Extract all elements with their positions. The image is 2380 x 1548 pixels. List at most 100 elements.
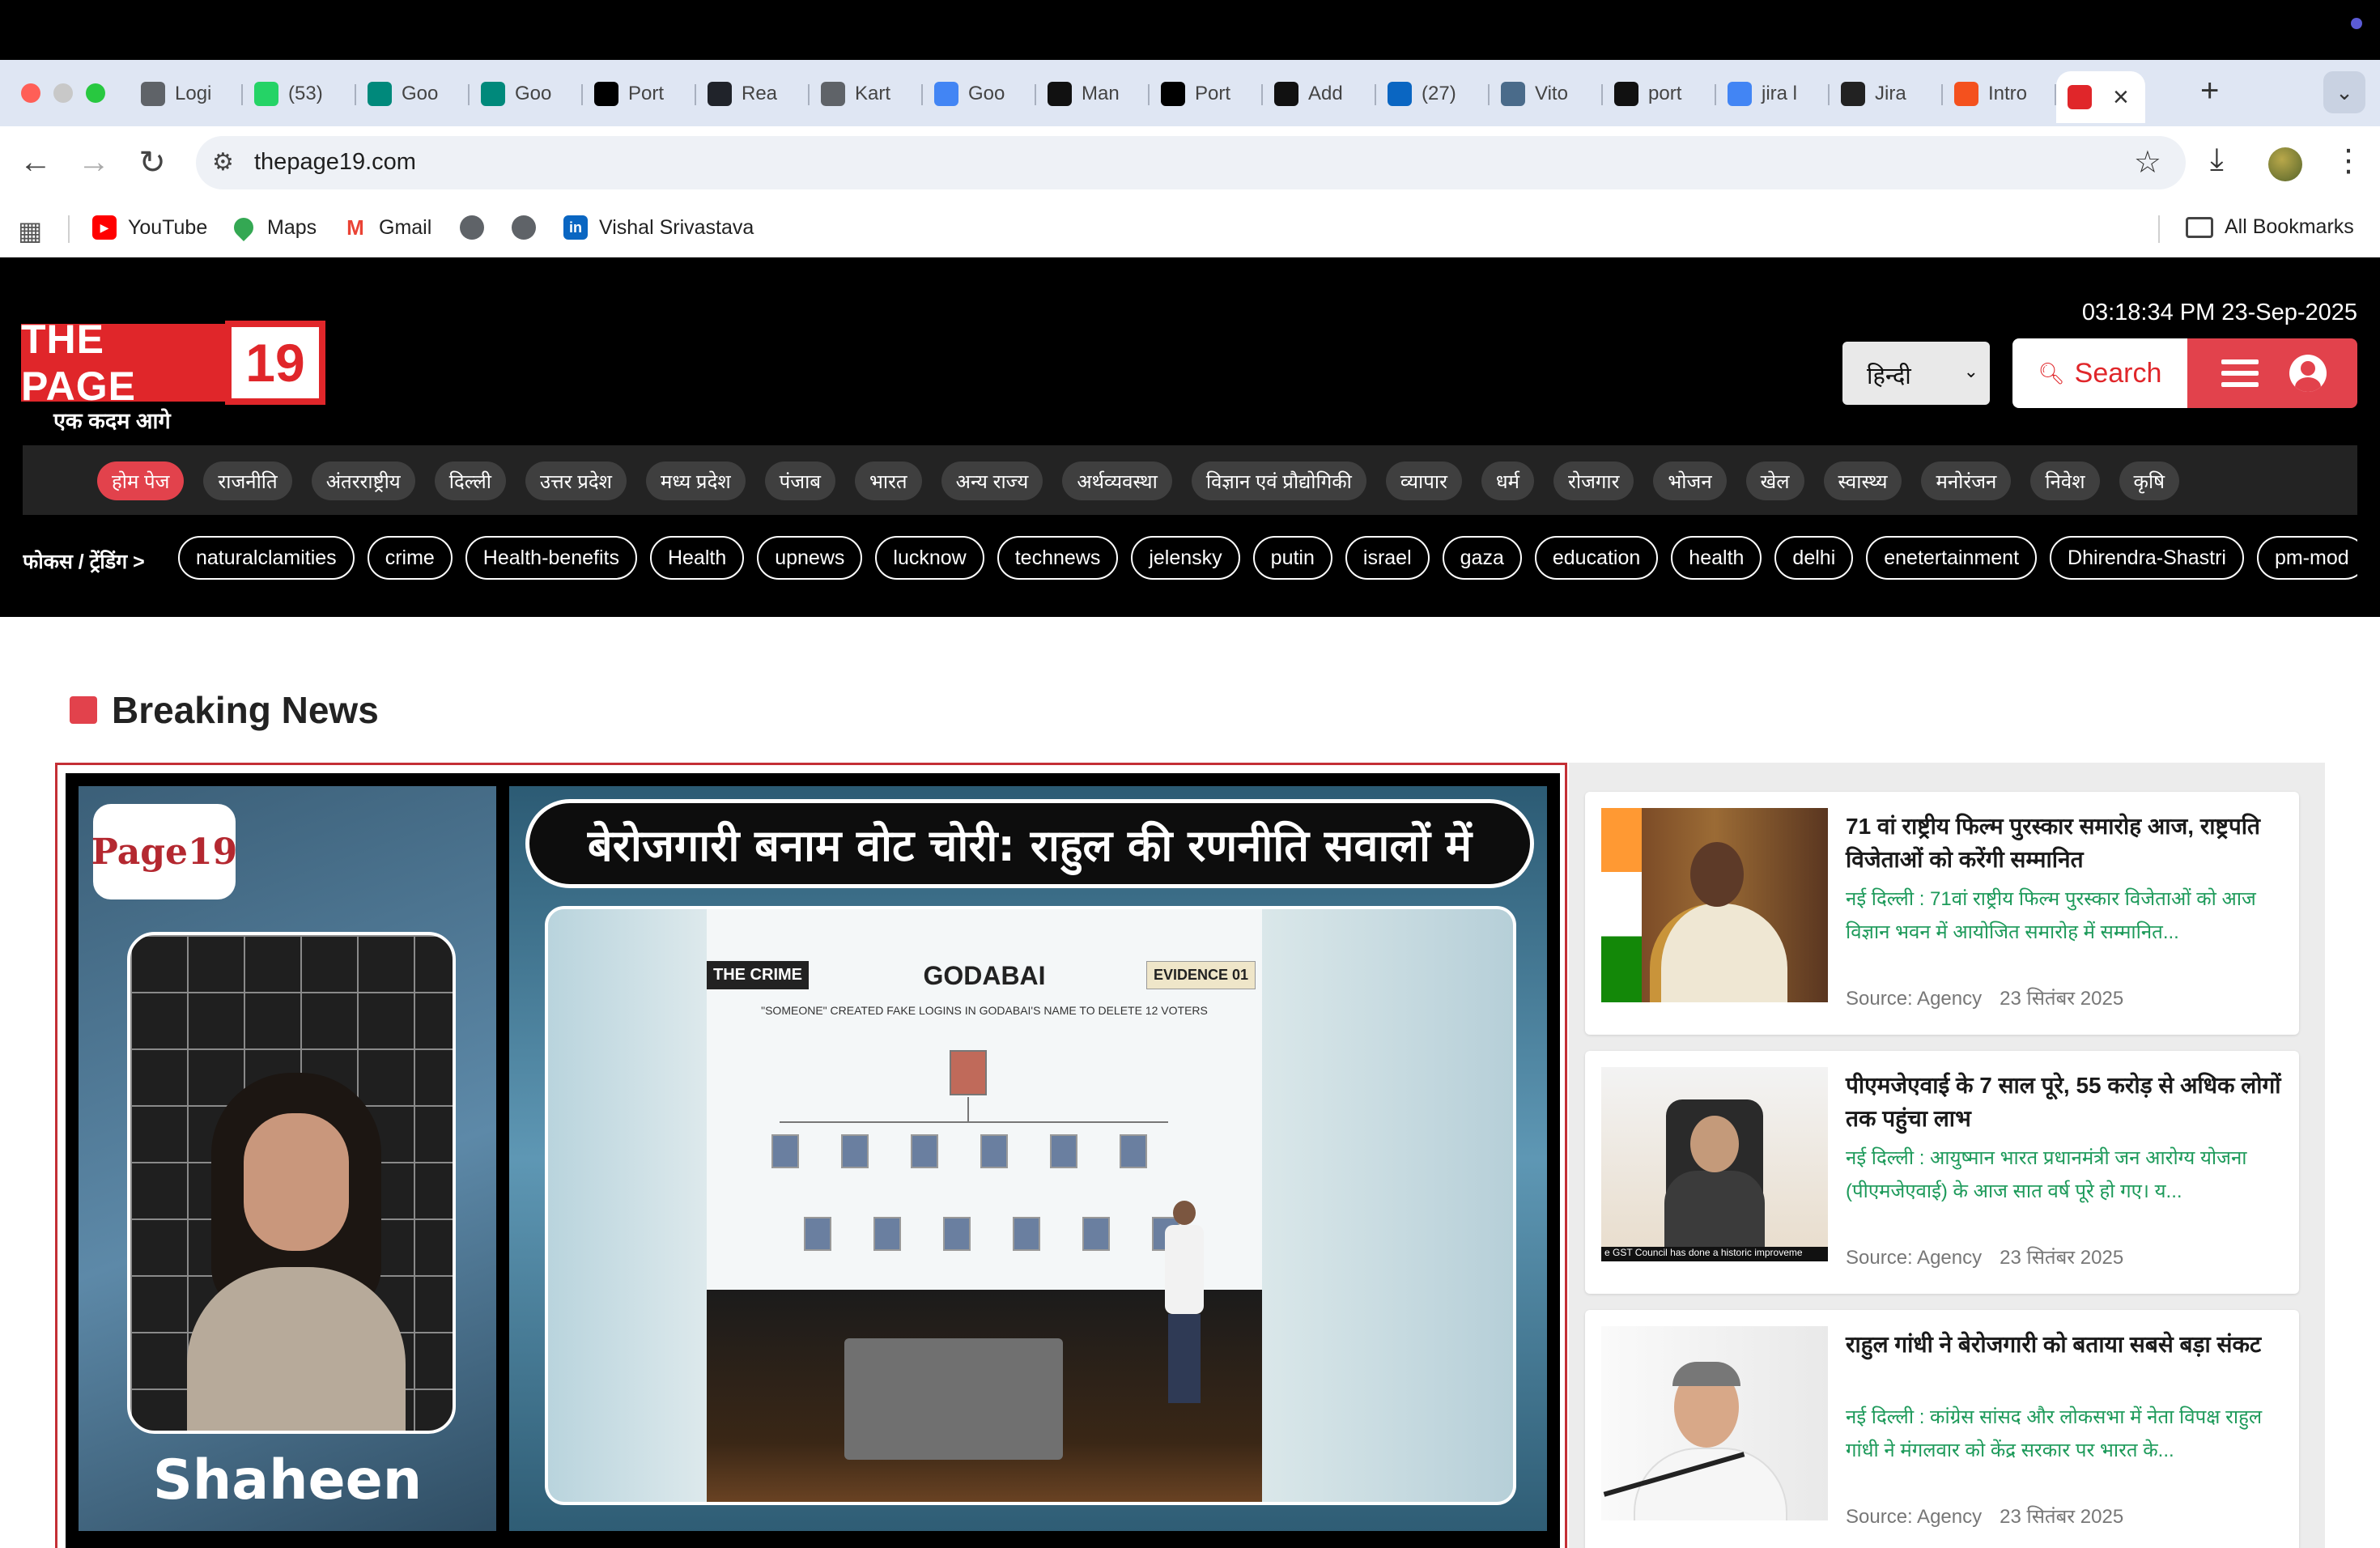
trending-tag[interactable]: gaza [1442, 536, 1522, 580]
browser-tab[interactable]: Goo [356, 71, 470, 117]
trending-tag[interactable]: crime [367, 536, 453, 580]
bookmark-maps[interactable]: Maps [230, 214, 317, 241]
browser-tab[interactable]: Kart [810, 71, 923, 117]
maximize-window-button[interactable] [86, 83, 105, 103]
category-item[interactable]: कृषि [2119, 461, 2180, 500]
category-item[interactable]: निवेश [2030, 461, 2100, 500]
browser-tab[interactable]: Port [1150, 71, 1263, 117]
new-tab-button[interactable]: + [2200, 73, 2219, 109]
trending-tag[interactable]: Health-benefits [465, 536, 637, 580]
category-item[interactable]: पंजाब [764, 461, 836, 500]
user-account-icon[interactable] [2289, 355, 2327, 392]
category-item[interactable]: मध्य प्रदेश [645, 461, 746, 500]
news-thumbnail[interactable]: e GST Council has done a historic improv… [1601, 1067, 1828, 1261]
trending-tag[interactable]: Dhirendra-Shastri [2050, 536, 2244, 580]
news-thumbnail[interactable] [1601, 808, 1828, 1002]
category-item[interactable]: रोजगार [1553, 461, 1634, 500]
category-item[interactable]: स्वास्थ्य [1823, 461, 1902, 500]
news-card[interactable]: e GST Council has done a historic improv… [1585, 1051, 2299, 1294]
site-info-icon[interactable]: ⚙ [212, 148, 234, 176]
category-item[interactable]: भोजन [1653, 461, 1727, 500]
breaking-news-heading: Breaking News [70, 688, 379, 732]
browser-tab[interactable]: Man [1036, 71, 1150, 117]
category-item[interactable]: धर्म [1481, 461, 1535, 500]
trending-tag[interactable]: pm-mod [2256, 536, 2357, 580]
trending-tag[interactable]: education [1534, 536, 1659, 580]
bookmark-linkedin[interactable]: in Vishal Srivastava [563, 215, 754, 240]
bookmark-globe-2[interactable] [512, 215, 547, 240]
download-icon[interactable]: ⤓ [2210, 142, 2224, 177]
trending-tag[interactable]: delhi [1774, 536, 1854, 580]
trending-tag[interactable]: putin [1252, 536, 1332, 580]
trending-tag[interactable]: israel [1345, 536, 1430, 580]
address-bar[interactable]: ⚙ thepage19.com ☆ [196, 136, 2186, 189]
tab-search-button[interactable]: ⌄ [2323, 71, 2365, 113]
news-thumbnail[interactable] [1601, 1326, 1828, 1520]
category-item[interactable]: अन्य राज्य [941, 461, 1043, 500]
browser-tab[interactable]: (53) [243, 71, 356, 117]
slide-tag-left: THE CRIME [707, 961, 809, 989]
browser-tab[interactable]: Intro [1943, 71, 2056, 117]
browser-tab-active[interactable]: × [2056, 71, 2145, 123]
trending-tag[interactable]: lucknow [875, 536, 984, 580]
category-item[interactable]: विज्ञान एवं प्रौद्योगिकी [1191, 461, 1366, 500]
forward-button[interactable]: → [74, 144, 113, 181]
browser-tab[interactable]: Add [1263, 71, 1376, 117]
browser-tab[interactable]: Jira [1830, 71, 1943, 117]
github-icon [1614, 82, 1638, 106]
trending-tag[interactable]: jelensky [1131, 536, 1240, 580]
news-title[interactable]: पीएमजेएवाई के 7 साल पूरे, 55 करोड़ से अध… [1846, 1069, 2283, 1135]
browser-tab[interactable]: port [1603, 71, 1716, 117]
close-window-button[interactable] [21, 83, 40, 103]
hero-video-thumbnail[interactable]: Page19 Shaheen बेरोजगारी बनाम वोट चोरी: … [55, 763, 1567, 1548]
browser-tab[interactable]: Goo [923, 71, 1036, 117]
reload-button[interactable]: ↻ [133, 144, 172, 181]
back-button[interactable]: ← [16, 144, 55, 181]
hamburger-menu-icon[interactable] [2221, 359, 2259, 387]
category-item[interactable]: अंतरराष्ट्रीय [311, 461, 415, 500]
trending-tag[interactable]: enetertainment [1866, 536, 2038, 580]
news-title[interactable]: राहुल गांधी ने बेरोजगारी को बताया सबसे ब… [1846, 1328, 2283, 1361]
browser-tab[interactable]: Logi [130, 71, 243, 117]
bookmark-star-icon[interactable]: ☆ [2134, 144, 2161, 181]
category-item[interactable]: अर्थव्यवस्था [1062, 461, 1172, 500]
category-item[interactable]: खेल [1745, 461, 1804, 500]
trending-tag[interactable]: Health [649, 536, 745, 580]
category-item[interactable]: उत्तर प्रदेश [525, 461, 627, 500]
apps-grid-icon[interactable]: ▦ [18, 215, 42, 246]
news-source: Source: Agency [1846, 1506, 1983, 1528]
language-select[interactable]: हिन्दी ⌄ [1842, 342, 1990, 405]
site-logo[interactable]: THE PAGE 19 एक कदम आगे [21, 317, 325, 433]
browser-tab[interactable]: Port [583, 71, 696, 117]
bookmark-gmail[interactable]: M Gmail [343, 215, 431, 240]
news-card[interactable]: राहुल गांधी ने बेरोजगारी को बताया सबसे ब… [1585, 1310, 2299, 1548]
browser-menu-icon[interactable]: ⋮ [2333, 142, 2364, 179]
bookmark-globe-1[interactable] [460, 215, 495, 240]
trending-tag[interactable]: technews [997, 536, 1119, 580]
category-item[interactable]: मनोरंजन [1921, 461, 2012, 500]
globe-icon [460, 215, 484, 240]
bookmark-youtube[interactable]: ▶ YouTube [92, 215, 207, 240]
all-bookmarks-button[interactable]: All Bookmarks [2186, 215, 2354, 239]
browser-tab[interactable]: Goo [470, 71, 583, 117]
browser-tab[interactable]: Rea [696, 71, 810, 117]
news-card[interactable]: 71 वां राष्ट्रीय फिल्म पुरस्कार समारोह आ… [1585, 792, 2299, 1035]
search-button[interactable]: 🔍︎ Search [2012, 338, 2187, 408]
tab-label: Goo [968, 83, 1005, 104]
category-item[interactable]: व्यापार [1385, 461, 1462, 500]
category-item[interactable]: राजनीति [203, 461, 292, 500]
category-item[interactable]: होम पेज [97, 461, 185, 500]
profile-avatar[interactable] [2268, 147, 2302, 181]
trending-tag[interactable]: naturalclamities [178, 536, 355, 580]
close-tab-icon[interactable]: × [2113, 82, 2129, 113]
browser-tab[interactable]: (27) [1376, 71, 1490, 117]
browser-tab[interactable]: Vito [1490, 71, 1603, 117]
category-item[interactable]: दिल्ली [434, 461, 507, 500]
trending-tag[interactable]: health [1671, 536, 1762, 580]
category-item[interactable]: भारत [855, 461, 922, 500]
atlassian-icon [1954, 82, 1978, 106]
browser-tab[interactable]: jira l [1716, 71, 1830, 117]
trending-tag[interactable]: upnews [757, 536, 863, 580]
news-title[interactable]: 71 वां राष्ट्रीय फिल्म पुरस्कार समारोह आ… [1846, 810, 2283, 876]
minimize-window-button[interactable] [53, 83, 73, 103]
